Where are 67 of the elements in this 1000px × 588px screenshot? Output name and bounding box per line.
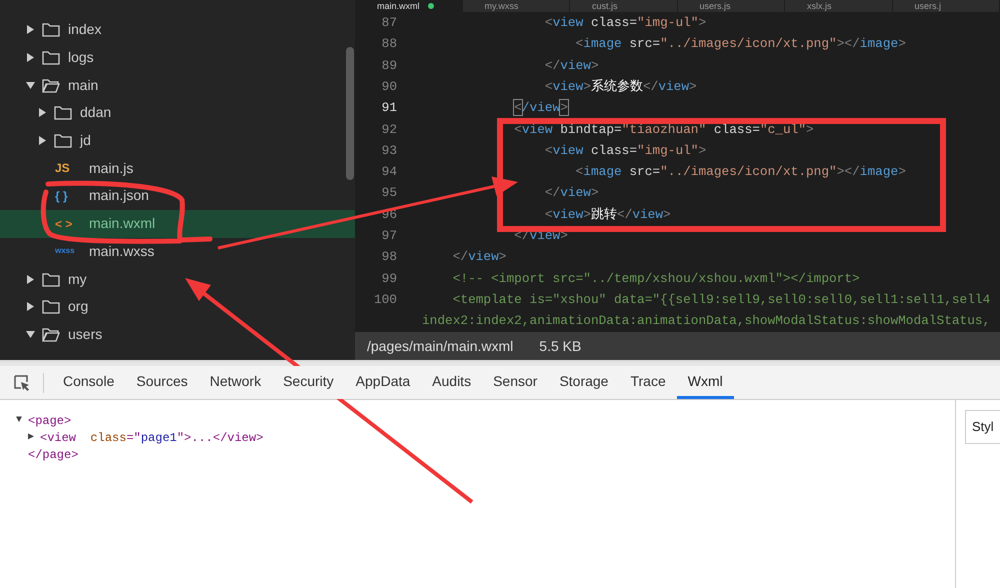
code-line: <image src="../images/icon/xt.png"></image>: [574, 163, 906, 182]
editor-tab[interactable]: users.js: [678, 0, 785, 12]
folder-icon: [42, 326, 60, 342]
folder-icon: [42, 50, 60, 66]
line-number: 99: [380, 270, 397, 288]
dom-node[interactable]: <view class="page1">...</view>: [40, 428, 264, 446]
editor-tab[interactable]: cust.js: [570, 0, 678, 12]
line-number: 97: [380, 227, 397, 246]
code-line: <view>系统参数</view>: [544, 78, 697, 96]
tree-item[interactable]: my: [0, 265, 355, 293]
tree-item[interactable]: ddan: [0, 99, 355, 127]
code-line: <image src="../images/icon/xt.png"></image>: [574, 35, 906, 54]
tree-item[interactable]: wxss main.wxss: [0, 238, 355, 266]
line-number: 94: [380, 163, 397, 182]
dom-node[interactable]: <page>: [28, 412, 72, 430]
folder-icon: [54, 105, 72, 120]
tree-item[interactable]: users: [0, 320, 355, 348]
code-line: index2:index2,animationData:animationData,showModalStatus:showModalStatus,: [422, 312, 990, 330]
line-number: 92: [380, 120, 397, 139]
line-number: 98: [380, 248, 397, 266]
line-number: 87: [380, 14, 397, 32]
editor-tab[interactable]: xslx.js: [785, 0, 892, 12]
line-number: 93: [380, 142, 397, 160]
file-type-icon: < >: [55, 214, 81, 233]
code-line: <template is="xshou" data="{{sell9:sell9,sell0:sell0,sell1:sell1,sell4: [452, 290, 990, 309]
tree-item[interactable]: index: [0, 16, 355, 44]
code-line: <view bindtap="tiaozhuan" class="c_ul">: [513, 120, 814, 139]
file-size: 5.5 KB: [539, 336, 582, 356]
tree-item[interactable]: { } main.json: [0, 182, 355, 210]
editor-tab[interactable]: users.j: [892, 0, 1000, 12]
inspect-icon[interactable]: [13, 374, 31, 392]
tree-item[interactable]: JS main.js: [0, 154, 355, 182]
file-type-icon: { }: [55, 186, 81, 205]
expand-arrow-icon[interactable]: ▼: [16, 413, 28, 428]
code-line: <view>跳转</view>: [544, 206, 671, 224]
editor-tab[interactable]: my.wxss: [462, 0, 570, 12]
line-number: 88: [380, 35, 397, 54]
folder-icon: [54, 133, 72, 148]
file-type-icon: JS: [55, 159, 81, 178]
line-number: 91: [380, 99, 397, 118]
tree-item[interactable]: org: [0, 292, 355, 321]
folder-icon: [42, 22, 60, 38]
code-line: <view class="img-ul">: [544, 142, 706, 160]
line-number: 100: [372, 290, 397, 309]
expand-arrow-icon[interactable]: ▶: [28, 430, 40, 445]
tree-item[interactable]: < > main.wxml: [0, 210, 355, 238]
dom-node[interactable]: </page>: [28, 446, 78, 464]
line-number: 90: [380, 78, 397, 96]
folder-icon: [42, 78, 60, 93]
file-type-icon: wxss: [55, 245, 81, 258]
file-path: /pages/main/main.wxml: [367, 336, 514, 356]
code-line: <!-- <import src="../temp/xshou/xshou.wxml"></import>: [452, 270, 860, 288]
code-line: </view>: [513, 99, 568, 118]
code-line: </view>: [452, 248, 506, 266]
scrollbar-thumb[interactable]: [346, 47, 354, 180]
tree-item[interactable]: logs: [0, 44, 355, 72]
code-line: </view>: [544, 56, 599, 75]
code-line: <view class="img-ul">: [544, 14, 706, 32]
line-number: 95: [380, 184, 397, 202]
tree-item[interactable]: main: [0, 71, 355, 100]
editor-tab[interactable]: main.wxml: [355, 0, 462, 12]
code-line: </view>: [544, 184, 599, 202]
folder-icon: [42, 299, 60, 314]
tree-item[interactable]: jd: [0, 126, 355, 154]
line-number: 89: [380, 56, 397, 75]
styles-tab[interactable]: Styl: [965, 410, 1000, 444]
folder-icon: [42, 272, 60, 287]
